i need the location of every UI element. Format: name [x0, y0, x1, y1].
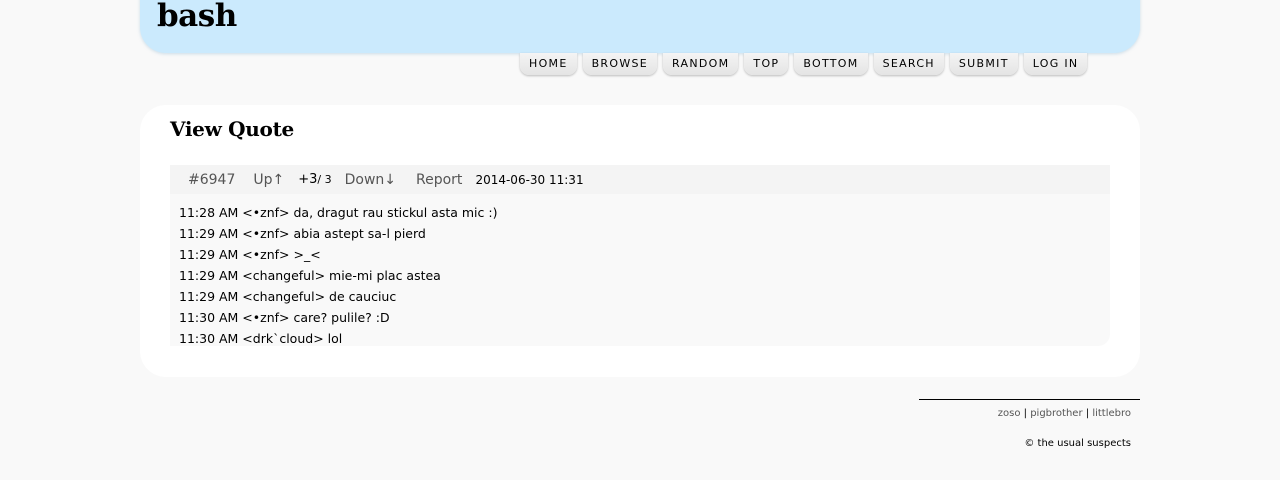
- quote-line: 11:30 AM <•znf> care? pulile? :D: [179, 310, 390, 325]
- quote-score: +3/ 3: [298, 172, 331, 187]
- quote-line: 11:29 AM <changeful> de cauciuc: [179, 289, 397, 304]
- quote-line: 11:30 AM <drk`cloud> lol: [179, 331, 343, 346]
- site-header: bash: [140, 0, 1140, 53]
- site-logo[interactable]: bash: [157, 0, 237, 34]
- footer-links: zoso | pigbrother | littlebro: [998, 408, 1131, 419]
- report-button[interactable]: Report: [416, 172, 462, 188]
- main-content: View Quote #6947 Up↑ +3/ 3 Down↓ Report …: [140, 105, 1140, 377]
- footer-separator: |: [1023, 408, 1028, 419]
- quote-header: #6947 Up↑ +3/ 3 Down↓ Report 2014-06-30 …: [170, 165, 1110, 194]
- nav-home[interactable]: HOME: [520, 53, 577, 75]
- vote-count: / 3: [317, 173, 332, 186]
- quote-date: 2014-06-30 11:31: [475, 172, 584, 187]
- upvote-button[interactable]: Up↑: [253, 172, 284, 188]
- main-nav: HOME BROWSE RANDOM TOP BOTTOM SEARCH SUB…: [520, 53, 1088, 75]
- nav-bottom[interactable]: BOTTOM: [794, 53, 868, 75]
- page-title: View Quote: [170, 117, 294, 141]
- nav-top[interactable]: TOP: [744, 53, 789, 75]
- nav-browse[interactable]: BROWSE: [582, 53, 658, 75]
- footer-link-zoso[interactable]: zoso: [998, 408, 1021, 419]
- footer-link-littlebro[interactable]: littlebro: [1092, 408, 1131, 419]
- footer-separator: |: [1085, 408, 1090, 419]
- footer-link-pigbrother[interactable]: pigbrother: [1030, 408, 1082, 419]
- footer-copyright: © the usual suspects: [1024, 438, 1131, 449]
- quote-id-link[interactable]: #6947: [188, 172, 235, 188]
- nav-login[interactable]: LOG IN: [1023, 53, 1088, 75]
- quote-line: 11:29 AM <•znf> >_<: [179, 247, 321, 262]
- quote-line: 11:29 AM <changeful> mie-mi plac astea: [179, 268, 441, 283]
- downvote-button[interactable]: Down↓: [345, 172, 396, 188]
- quote-box: #6947 Up↑ +3/ 3 Down↓ Report 2014-06-30 …: [170, 165, 1110, 346]
- score-value: +3: [298, 172, 318, 187]
- nav-random[interactable]: RANDOM: [663, 53, 739, 75]
- quote-body: 11:28 AM <•znf> da, dragut rau stickul a…: [170, 194, 1110, 349]
- nav-submit[interactable]: SUBMIT: [949, 53, 1018, 75]
- footer-divider: [919, 399, 1140, 400]
- quote-line: 11:29 AM <•znf> abia astept sa-l pierd: [179, 226, 426, 241]
- nav-search[interactable]: SEARCH: [873, 53, 944, 75]
- quote-line: 11:28 AM <•znf> da, dragut rau stickul a…: [179, 205, 498, 220]
